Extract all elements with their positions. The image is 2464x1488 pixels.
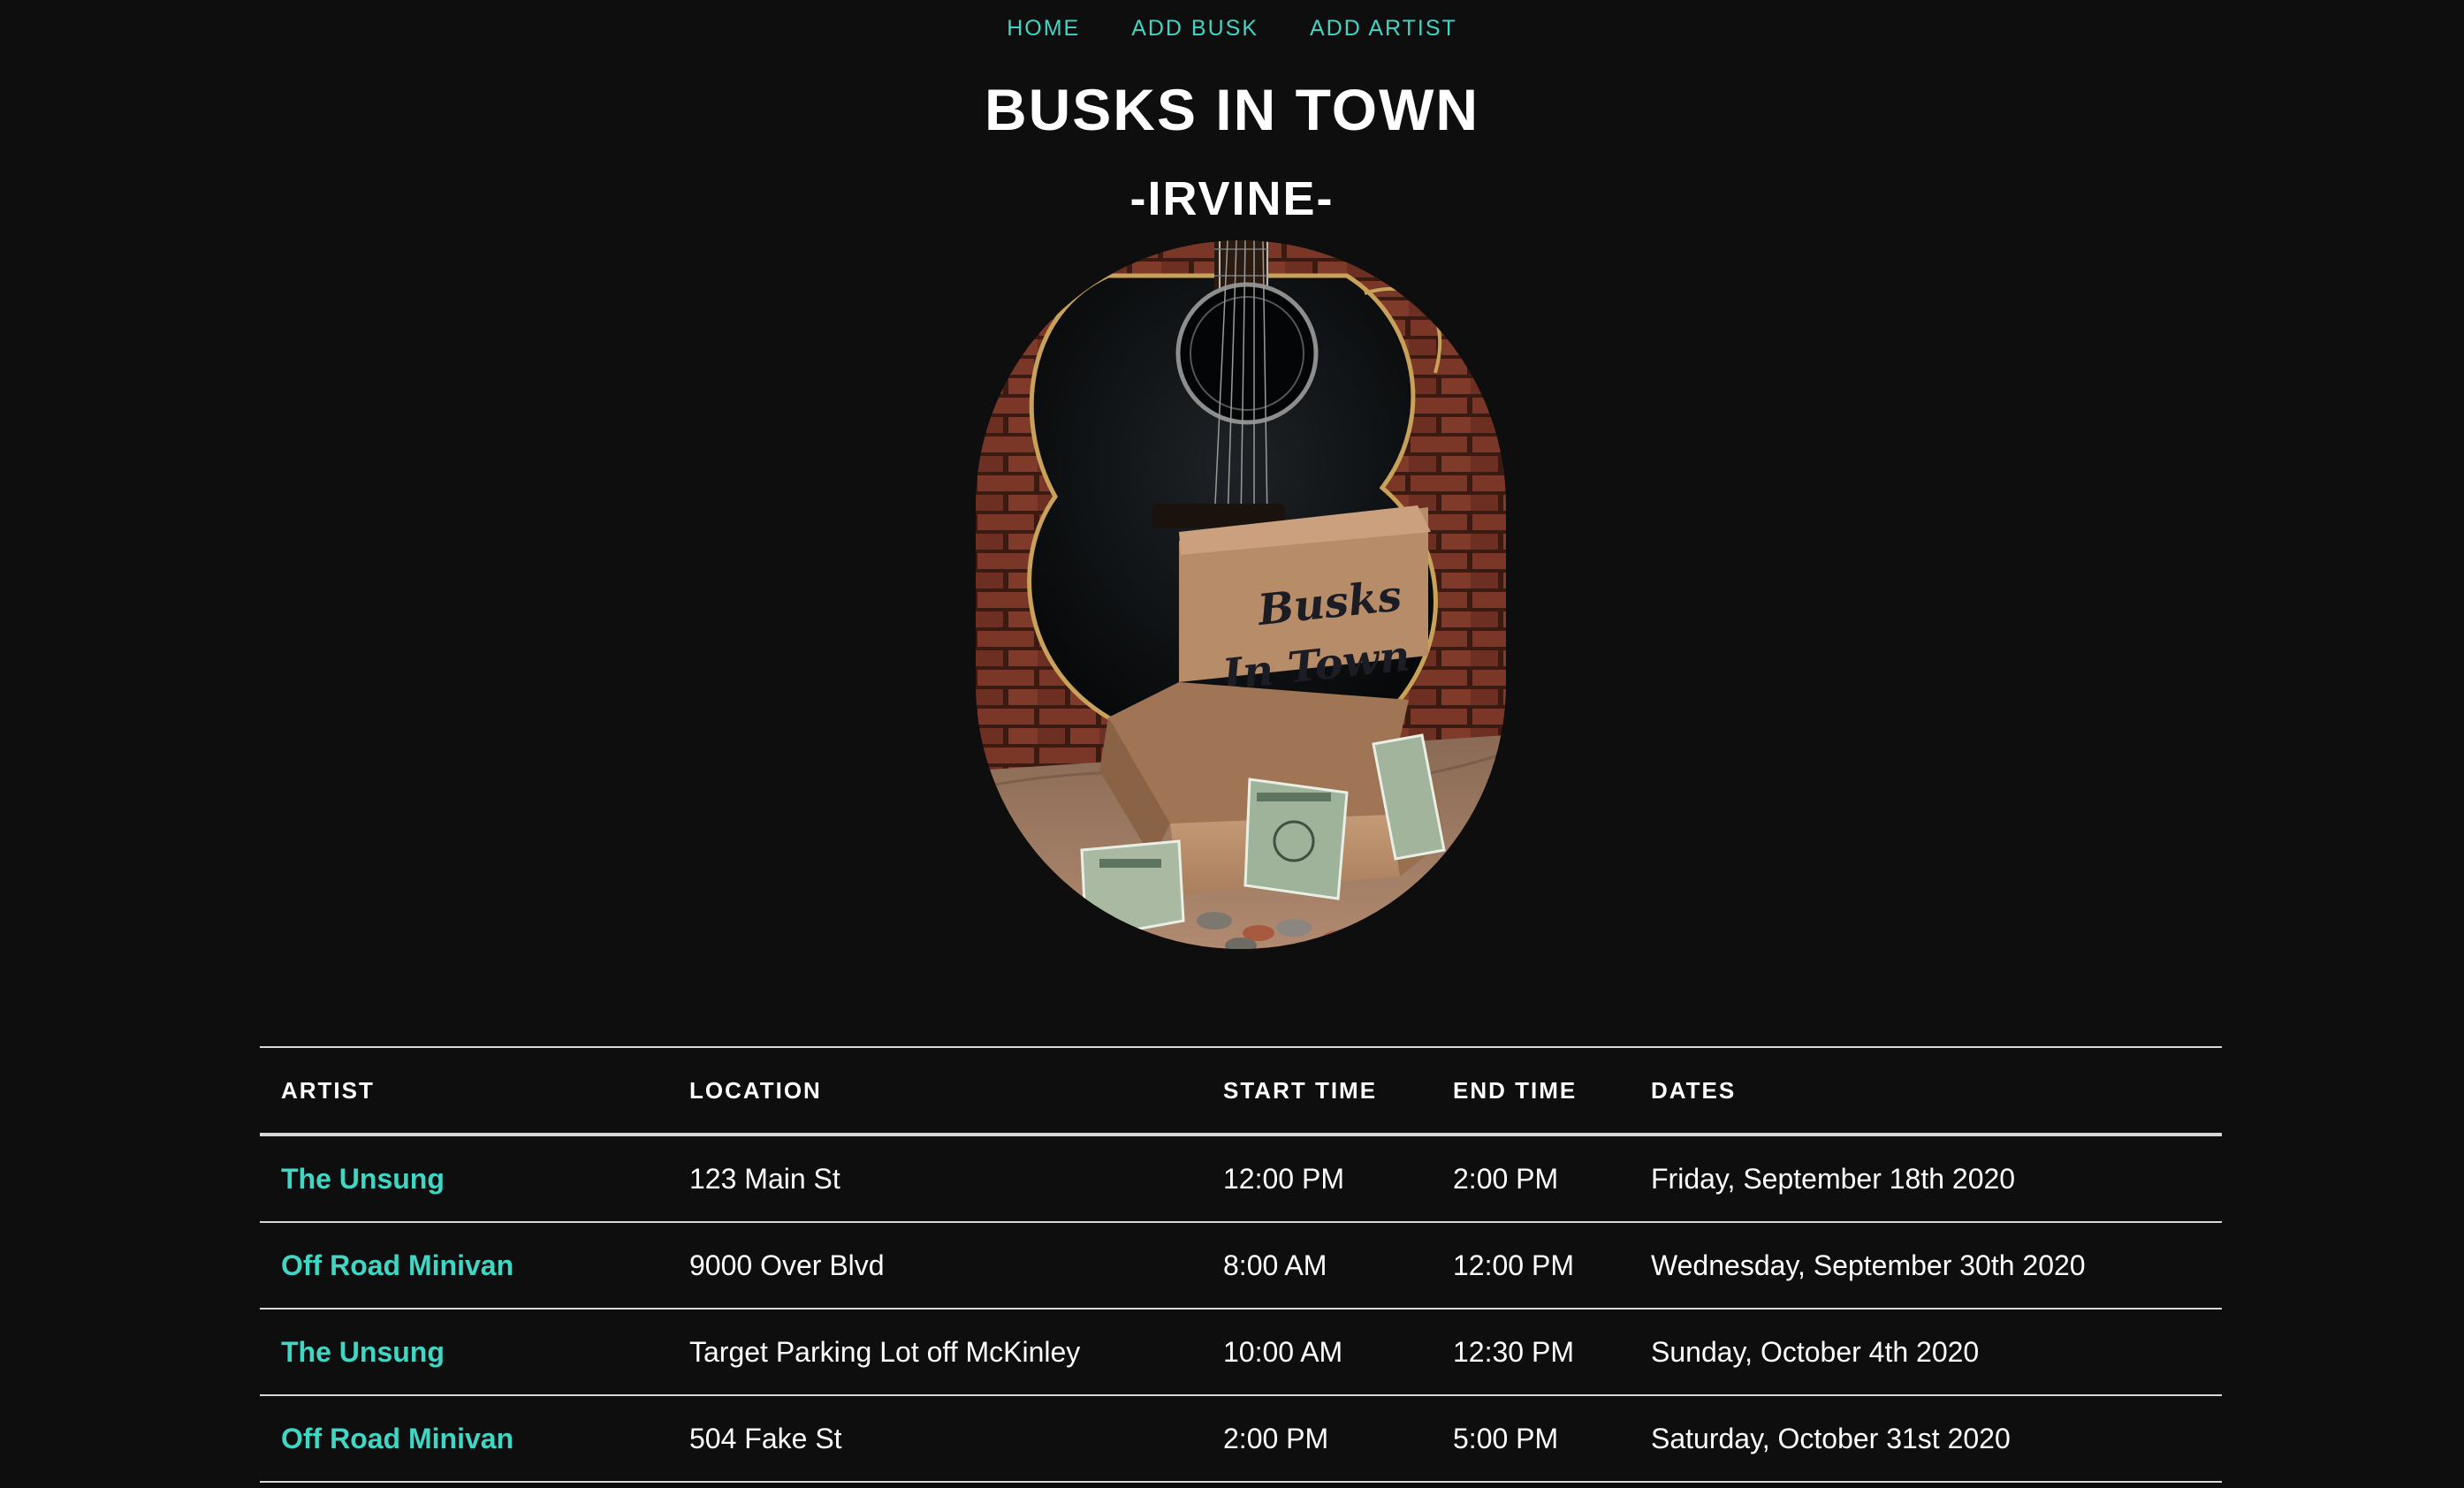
page: HOME ADD BUSK ADD ARTIST BUSKS IN TOWN -… (0, 0, 2464, 1488)
page-title: BUSKS IN TOWN (984, 77, 1480, 142)
location-cell: 504 Fake St (689, 1422, 842, 1454)
nav-home-link[interactable]: HOME (1007, 12, 1080, 44)
column-header-start-time[interactable]: START TIME (1202, 1047, 1432, 1135)
end-time-cell: 12:30 PM (1453, 1335, 1574, 1368)
location-cell: Target Parking Lot off McKinley (689, 1335, 1081, 1368)
artist-link[interactable]: The Unsung (281, 1336, 445, 1368)
column-header-location[interactable]: LOCATION (668, 1047, 1202, 1135)
column-header-dates[interactable]: DATES (1630, 1047, 2222, 1135)
location-cell: 9000 Over Blvd (689, 1249, 885, 1281)
artist-cell: The Unsung (260, 1135, 668, 1222)
city-subtitle: -IRVINE- (1129, 172, 1335, 225)
start-time-cell: 2:00 PM (1223, 1422, 1329, 1454)
artist-cell: The Unsung (260, 1309, 668, 1395)
start-time-cell: 8:00 AM (1223, 1249, 1327, 1281)
nav-add-busk-link[interactable]: ADD BUSK (1131, 12, 1259, 44)
start-time-cell: 12:00 PM (1223, 1162, 1344, 1195)
table-row: The Unsung Target Parking Lot off McKinl… (260, 1309, 2222, 1395)
artist-cell: Off Road Minivan (260, 1222, 668, 1309)
artist-link[interactable]: Off Road Minivan (281, 1423, 513, 1454)
date-cell: Friday, September 18th 2020 (1651, 1162, 2016, 1195)
start-time-cell: 10:00 AM (1223, 1335, 1343, 1368)
artist-cell: Off Road Minivan (260, 1395, 668, 1482)
table-row: The Unsung 123 Main St 12:00 PM 2:00 PM … (260, 1135, 2222, 1222)
top-nav: HOME ADD BUSK ADD ARTIST (0, 12, 2464, 44)
table-header-row: ARTIST LOCATION START TIME END TIME DATE… (260, 1047, 2222, 1135)
date-cell: Sunday, October 4th 2020 (1651, 1335, 1980, 1368)
location-cell: 123 Main St (689, 1162, 840, 1195)
date-cell: Saturday, October 31st 2020 (1651, 1422, 2011, 1454)
end-time-cell: 12:00 PM (1453, 1249, 1574, 1281)
column-header-end-time[interactable]: END TIME (1432, 1047, 1630, 1135)
end-time-cell: 5:00 PM (1453, 1422, 1559, 1454)
table-row: Off Road Minivan 9000 Over Blvd 8:00 AM … (260, 1222, 2222, 1309)
date-cell: Wednesday, September 30th 2020 (1651, 1249, 2086, 1281)
busks-table: ARTIST LOCATION START TIME END TIME DATE… (260, 1046, 2222, 1483)
table-row: Off Road Minivan 504 Fake St 2:00 PM 5:0… (260, 1395, 2222, 1482)
nav-add-artist-link[interactable]: ADD ARTIST (1310, 12, 1457, 44)
artist-link[interactable]: The Unsung (281, 1163, 445, 1195)
hero-image: Busks In Town (976, 240, 1506, 949)
end-time-cell: 2:00 PM (1453, 1162, 1559, 1195)
column-header-artist[interactable]: ARTIST (260, 1047, 668, 1135)
artist-link[interactable]: Off Road Minivan (281, 1249, 513, 1281)
